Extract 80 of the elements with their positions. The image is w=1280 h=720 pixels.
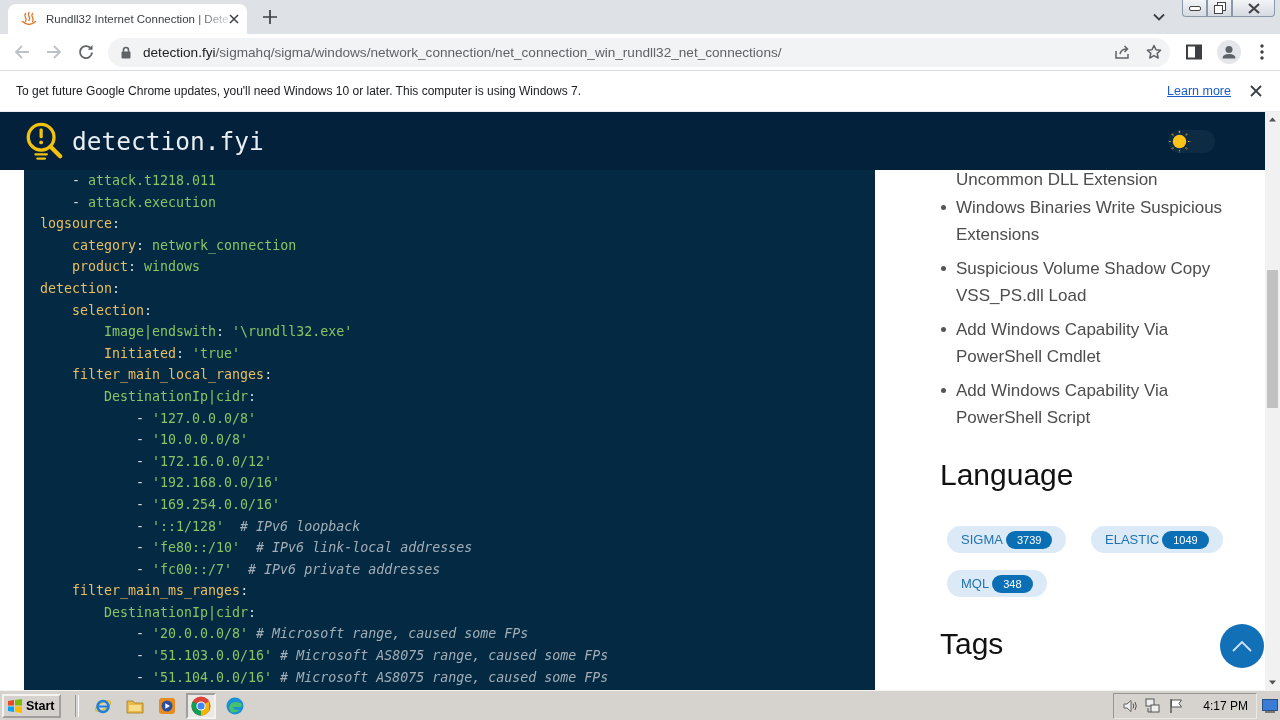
menu-icon[interactable] (1260, 44, 1264, 60)
code-line: - '51.104.0.0/16' # Microsoft AS8075 range, caused some FPs (136, 668, 609, 687)
code-line: - '192.168.0.0/16' (136, 474, 281, 493)
start-button[interactable]: Start (2, 693, 62, 718)
hot-springs-icon (21, 11, 37, 27)
play-tile-icon[interactable] (158, 696, 177, 715)
browser-tab[interactable]: Rundll32 Internet Connection | Dete (8, 4, 247, 34)
code-line: DestinationIp|cidr: (104, 603, 257, 623)
scroll-top-button[interactable] (1220, 624, 1264, 668)
code-line: category: network_connection (72, 236, 297, 256)
code-line: - '127.0.0.0/8' (136, 409, 257, 428)
show-desktop-icon[interactable] (1262, 698, 1278, 713)
code-line: detection: (40, 279, 121, 298)
chevron-up-icon (1232, 640, 1252, 652)
segmented-circle-icon (191, 695, 212, 716)
profile-icon[interactable] (1217, 40, 1241, 64)
close-icon (1247, 2, 1260, 14)
code-line: filter_main_local_ranges: (72, 366, 273, 385)
site-title[interactable]: detection.fyi (72, 126, 264, 156)
reload-icon[interactable] (78, 44, 94, 60)
related-rule-link[interactable]: Uncommon DLL Extension (956, 170, 1158, 190)
language-tag[interactable]: SIGMA 3739 (947, 526, 1067, 553)
bullet-icon (941, 388, 946, 393)
code-line: - attack.t1218.011 (72, 172, 217, 190)
code-line: product: windows (72, 258, 201, 277)
code-line: selection: (72, 301, 153, 320)
clock-text[interactable]: 4:17 PM (1203, 698, 1248, 713)
count-badge: 1049 (1162, 530, 1209, 549)
code-line: - attack.execution (72, 193, 217, 212)
close-icon[interactable] (1250, 85, 1262, 97)
address-bar[interactable]: detection.fyi/sigmahq/sigma/windows/network_connection/net_connection_win_rundll32_net_connections/ (108, 37, 1170, 67)
code-line: - 'fe80::/10' # IPv6 link-local addresses (136, 539, 473, 558)
code-line: - '::1/128' # IPv6 loopback (136, 517, 361, 536)
restore-button[interactable] (1207, 0, 1232, 17)
star-icon[interactable] (1146, 44, 1162, 60)
code-line: - '51.103.0.0/16' # Microsoft AS8075 range, caused some FPs (136, 647, 609, 666)
code-line: - '20.0.0.0/8' # Microsoft range, caused some FPs (136, 625, 529, 644)
code-line: DestinationIp|cidr: (104, 387, 257, 407)
minimize-icon (1188, 5, 1201, 11)
bullet-icon (941, 266, 946, 271)
magnifier-alert-icon[interactable] (24, 121, 64, 161)
side-panel-icon[interactable] (1186, 44, 1202, 60)
close-window-button[interactable] (1232, 0, 1275, 17)
speaker-icon[interactable] (1122, 697, 1139, 714)
code-line: filter_main_ms_ranges: (72, 582, 249, 601)
sun-icon (1168, 129, 1191, 153)
code-line: - '169.254.0.0/16' (136, 495, 281, 514)
bullet-icon (941, 205, 946, 210)
count-badge: 3739 (1005, 530, 1053, 549)
related-rule-link[interactable]: Suspicious Volume Shadow Copy VSS_PS.dll Load (956, 255, 1246, 309)
section-heading: Language (940, 457, 1074, 493)
learn-more-link[interactable]: Learn more (1167, 84, 1231, 98)
flag-icon[interactable] (1168, 697, 1185, 714)
code-line: - '172.16.0.0/12' (136, 452, 273, 471)
chevron-down-icon[interactable] (1153, 13, 1165, 21)
section-heading: Tags (940, 626, 1004, 662)
scrollbar-thumb[interactable] (1267, 270, 1278, 408)
code-line: - '10.0.0.0/8' (136, 431, 249, 450)
plus-icon[interactable] (263, 10, 277, 24)
related-rule-link[interactable]: Add Windows Capability Via PowerShell Script (956, 377, 1246, 431)
infobar-message: To get future Google Chrome updates, you'll need Windows 10 or later. This computer is using Windows 7. (16, 84, 582, 98)
theme-switch[interactable] (1168, 129, 1215, 153)
lock-icon[interactable] (121, 45, 131, 59)
code-line: - 'fc00::/7' # IPv6 private addresses (136, 560, 441, 579)
restore-icon (1213, 2, 1226, 14)
related-rule-link[interactable]: Windows Binaries Write Suspicious Extensions (956, 194, 1246, 248)
related-rule-link[interactable]: Add Windows Capability Via PowerShell Cmdlet (956, 316, 1246, 370)
taskbar-button[interactable] (186, 692, 217, 719)
share-icon[interactable] (1114, 44, 1130, 60)
bullet-icon (941, 327, 946, 332)
windows-flag-icon (7, 697, 23, 714)
code-line: Image|endswith: '\rundll32.exe' (104, 323, 353, 342)
minimize-button[interactable] (1182, 0, 1207, 17)
network-icon[interactable] (1145, 697, 1162, 714)
language-tag[interactable]: ELASTIC 1049 (1091, 526, 1223, 553)
language-tag[interactable]: MQL 348 (947, 570, 1047, 597)
close-icon[interactable] (228, 14, 239, 24)
code-line: Initiated: 'true' (104, 344, 241, 363)
code-line: logsource: (40, 215, 121, 234)
count-badge: 348 (992, 574, 1033, 593)
